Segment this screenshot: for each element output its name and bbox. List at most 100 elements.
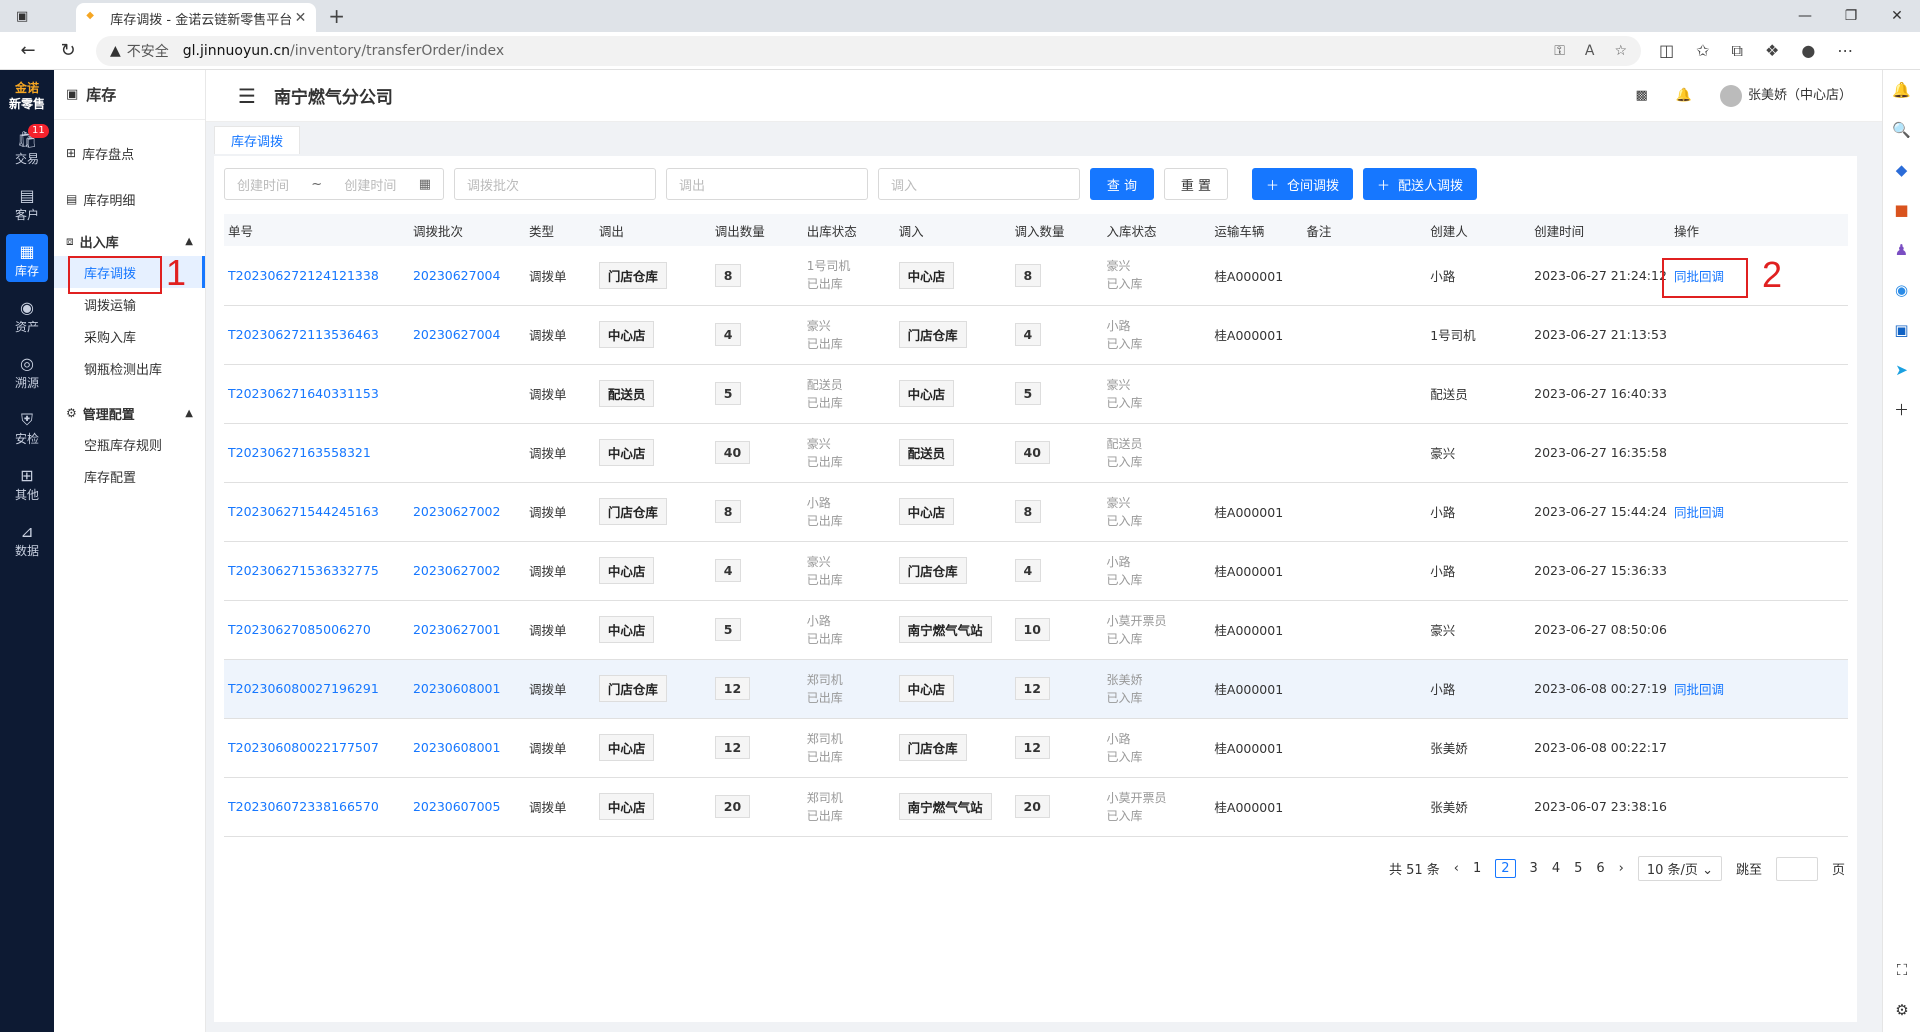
nav-inventory[interactable]: ▦ 库存 bbox=[6, 234, 48, 282]
batch-link[interactable]: 20230608001 bbox=[413, 740, 500, 755]
page-2[interactable]: 2 bbox=[1495, 859, 1516, 878]
window-close-icon[interactable]: ✕ bbox=[1874, 8, 1920, 24]
toolbox-icon[interactable]: ■ bbox=[1883, 190, 1920, 230]
table-row[interactable]: T202306072338166570 20230607005 调拨单 中心店 20 郑司… bbox=[224, 777, 1848, 837]
order-no-link[interactable]: T202306272113536463 bbox=[228, 327, 379, 342]
outlook-icon[interactable]: ▣ bbox=[1883, 310, 1920, 350]
menu-inventory-config[interactable]: 库存配置 bbox=[54, 460, 205, 492]
order-no-link[interactable]: T202306271544245163 bbox=[228, 504, 379, 519]
tag-icon[interactable]: ◆ bbox=[1883, 150, 1920, 190]
order-no-link[interactable]: T202306272124121338 bbox=[228, 268, 379, 283]
nav-data[interactable]: ⊿ 数据 bbox=[0, 514, 54, 570]
batch-callback-link[interactable]: 同批回调 bbox=[1674, 505, 1724, 520]
settings-icon[interactable]: ⚙ bbox=[1883, 990, 1920, 1030]
reset-button[interactable]: 重 置 bbox=[1164, 168, 1228, 200]
table-row[interactable]: T202306080022177507 20230608001 调拨单 中心店 12 郑司… bbox=[224, 718, 1848, 778]
nav-safety[interactable]: ⛨ 安检 bbox=[0, 402, 54, 458]
key-icon[interactable]: ⚿ bbox=[1554, 43, 1565, 59]
extensions-icon[interactable]: ❖ bbox=[1765, 41, 1779, 61]
menu-empty-bottle-rule[interactable]: 空瓶库存规则 bbox=[54, 428, 205, 460]
prev-page-icon[interactable]: ‹ bbox=[1454, 861, 1459, 876]
nav-other[interactable]: ⊞ 其他 bbox=[0, 458, 54, 514]
new-tab-icon[interactable]: + bbox=[328, 4, 345, 28]
order-no-link[interactable]: T202306072338166570 bbox=[228, 799, 379, 814]
order-no-link[interactable]: T20230627085006270 bbox=[228, 622, 371, 637]
profile-icon[interactable]: ● bbox=[1801, 41, 1815, 61]
add-icon[interactable]: ＋ bbox=[1883, 390, 1920, 430]
table-row[interactable]: T202306271544245163 20230627002 调拨单 门店仓库 8 小路… bbox=[224, 482, 1848, 542]
batch-callback-link[interactable]: 同批回调 bbox=[1674, 682, 1724, 697]
next-page-icon[interactable]: › bbox=[1619, 861, 1624, 876]
menu-purchase-in[interactable]: 采购入库 bbox=[54, 320, 205, 352]
batch-link[interactable]: 20230627002 bbox=[413, 563, 500, 578]
games-icon[interactable]: ♟ bbox=[1883, 230, 1920, 270]
order-no-link[interactable]: T202306080022177507 bbox=[228, 740, 379, 755]
more-icon[interactable]: ⋯ bbox=[1837, 41, 1853, 61]
menu-toggle-icon[interactable]: ☰ bbox=[238, 84, 256, 108]
order-no-link[interactable]: T202306271536332775 bbox=[228, 563, 379, 578]
warehouse-transfer-button[interactable]: ＋仓间调拨 bbox=[1252, 168, 1354, 200]
table-row[interactable]: T202306272113536463 20230627004 调拨单 中心店 4 豪兴已… bbox=[224, 305, 1848, 365]
split-screen-icon[interactable]: ◫ bbox=[1659, 41, 1674, 61]
minimize-icon[interactable]: — bbox=[1782, 8, 1828, 24]
tab-inventory-transfer[interactable]: 库存调拨 bbox=[214, 126, 301, 154]
order-no-link[interactable]: T202306080027196291 bbox=[228, 681, 379, 696]
order-no-link[interactable]: T202306271640331153 bbox=[228, 386, 379, 401]
page-size-select[interactable]: 10 条/页 ⌄ bbox=[1637, 856, 1722, 881]
batch-link[interactable]: 20230608001 bbox=[413, 681, 500, 696]
nav-trace[interactable]: ◎ 溯源 bbox=[0, 346, 54, 402]
page-3[interactable]: 3 bbox=[1530, 861, 1538, 876]
user-menu[interactable]: 张美娇（中心店） bbox=[1719, 84, 1852, 107]
back-icon[interactable]: ← bbox=[8, 40, 48, 61]
copilot-icon[interactable]: ◉ bbox=[1883, 270, 1920, 310]
in-person: 小路 bbox=[1106, 731, 1131, 746]
window-menu-icon[interactable]: ▣ bbox=[16, 9, 28, 24]
refresh-icon[interactable]: ↻ bbox=[48, 40, 88, 61]
tab-close-icon[interactable]: ✕ bbox=[295, 10, 307, 26]
page-4[interactable]: 4 bbox=[1552, 861, 1560, 876]
batch-link[interactable]: 20230627004 bbox=[413, 268, 500, 283]
collections-icon[interactable]: ⧉ bbox=[1732, 41, 1743, 61]
qr-code-icon[interactable]: ▩ bbox=[1636, 88, 1648, 103]
nav-trade[interactable]: 🛍 11 交易 bbox=[0, 122, 54, 178]
transfer-out-input[interactable]: 调出 bbox=[666, 168, 868, 200]
send-icon[interactable]: ➤ bbox=[1883, 350, 1920, 390]
page-6[interactable]: 6 bbox=[1596, 861, 1604, 876]
browser-tab[interactable]: ◆ 库存调拨 - 金诺云链新零售平台 ✕ bbox=[76, 3, 317, 33]
order-no-link[interactable]: T20230627163558321 bbox=[228, 445, 371, 460]
search-icon[interactable]: 🔍 bbox=[1883, 110, 1920, 150]
table-row[interactable]: T20230627163558321 调拨单 中心店 40 豪兴 已出库 配送员 40 配送员已… bbox=[224, 423, 1848, 483]
table-row[interactable]: T202306271640331153 调拨单 配送员 5 配送员 已出库 中心店 5 豪兴 已入… bbox=[224, 364, 1848, 424]
menu-stocktake[interactable]: ⊞ 库存盘点 bbox=[54, 130, 205, 176]
nav-asset[interactable]: ◉ 资产 bbox=[0, 290, 54, 346]
table-row[interactable]: T202306272124121338 20230627004 调拨单 门店仓库 8 1号… bbox=[224, 246, 1848, 306]
table-row[interactable]: T202306080027196291 20230608001 调拨单 门店仓库 12 郑… bbox=[224, 659, 1848, 719]
batch-link[interactable]: 20230607005 bbox=[413, 799, 500, 814]
url-input[interactable]: ▲ 不安全 gl.jinnuoyun.cn /inventory/transfe… bbox=[96, 35, 1641, 66]
table-row[interactable]: T20230627085006270 20230627001 调拨单 中心店 5 小路 已出… bbox=[224, 600, 1848, 660]
batch-link[interactable]: 20230627004 bbox=[413, 327, 500, 342]
menu-group-config[interactable]: ⚙ 管理配置 ▲ bbox=[54, 398, 205, 428]
screenshot-icon[interactable]: ⛶ bbox=[1883, 950, 1920, 990]
read-aloud-icon[interactable]: A bbox=[1585, 43, 1595, 59]
date-range-picker[interactable]: 创建时间 ~ 创建时间 ▦ bbox=[224, 168, 444, 200]
notification-icon[interactable]: 🔔 bbox=[1883, 70, 1920, 110]
batch-input[interactable]: 调拨批次 bbox=[454, 168, 656, 200]
batch-link[interactable]: 20230627002 bbox=[413, 504, 500, 519]
table-row[interactable]: T202306271536332775 20230627002 调拨单 中心店 4 豪兴已… bbox=[224, 541, 1848, 601]
jump-page-input[interactable] bbox=[1775, 856, 1818, 881]
table-icon: ⊞ bbox=[66, 146, 77, 160]
transfer-in-input[interactable]: 调入 bbox=[878, 168, 1080, 200]
bell-icon[interactable]: 🔔 bbox=[1676, 88, 1692, 103]
restore-icon[interactable]: ❐ bbox=[1828, 8, 1874, 24]
nav-customer[interactable]: ▤ 客户 bbox=[0, 178, 54, 234]
batch-link[interactable]: 20230627001 bbox=[413, 622, 500, 637]
favorite-star-icon[interactable]: ☆ bbox=[1614, 43, 1627, 59]
courier-transfer-button[interactable]: ＋配送人调拨 bbox=[1363, 168, 1478, 200]
query-button[interactable]: 查 询 bbox=[1090, 168, 1154, 200]
favorites-icon[interactable]: ✩ bbox=[1696, 41, 1709, 61]
menu-cylinder-test-out[interactable]: 钢瓶检测出库 bbox=[54, 352, 205, 384]
menu-stock-detail[interactable]: ▤ 库存明细 bbox=[54, 176, 205, 222]
page-1[interactable]: 1 bbox=[1473, 861, 1481, 876]
page-5[interactable]: 5 bbox=[1574, 861, 1582, 876]
